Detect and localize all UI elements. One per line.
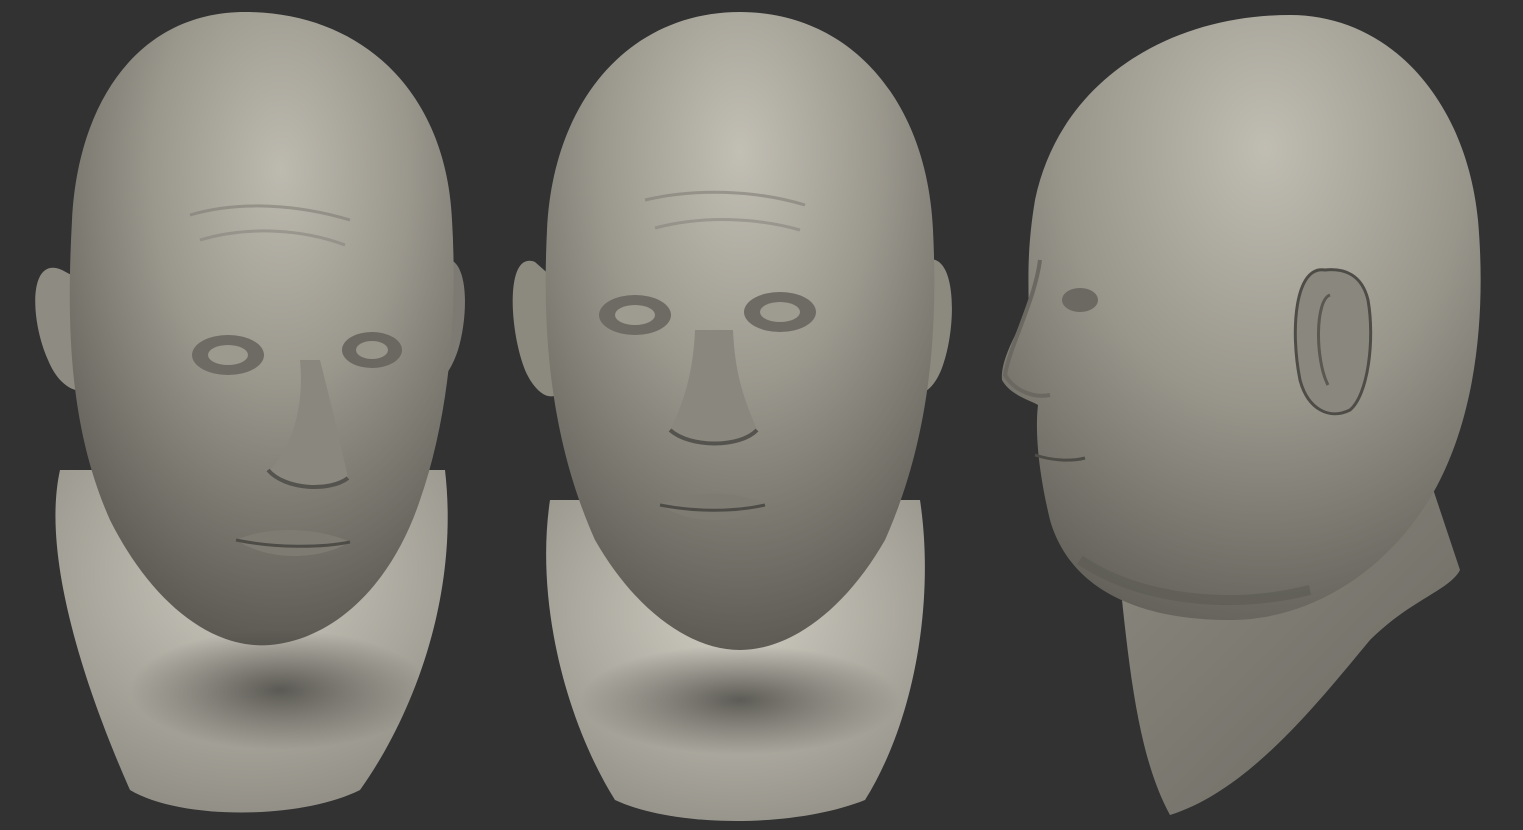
head-render-three-quarter-view — [0, 0, 500, 830]
head-three-quarter-render — [35, 12, 465, 813]
head-profile-render — [1001, 15, 1481, 815]
render-canvas — [0, 0, 1523, 830]
head-front-render — [512, 12, 952, 821]
ear — [1293, 268, 1373, 416]
head-shape — [545, 12, 935, 650]
eye — [1062, 288, 1098, 312]
head-render-front-view — [495, 0, 985, 830]
head-render-profile-view — [990, 0, 1523, 830]
